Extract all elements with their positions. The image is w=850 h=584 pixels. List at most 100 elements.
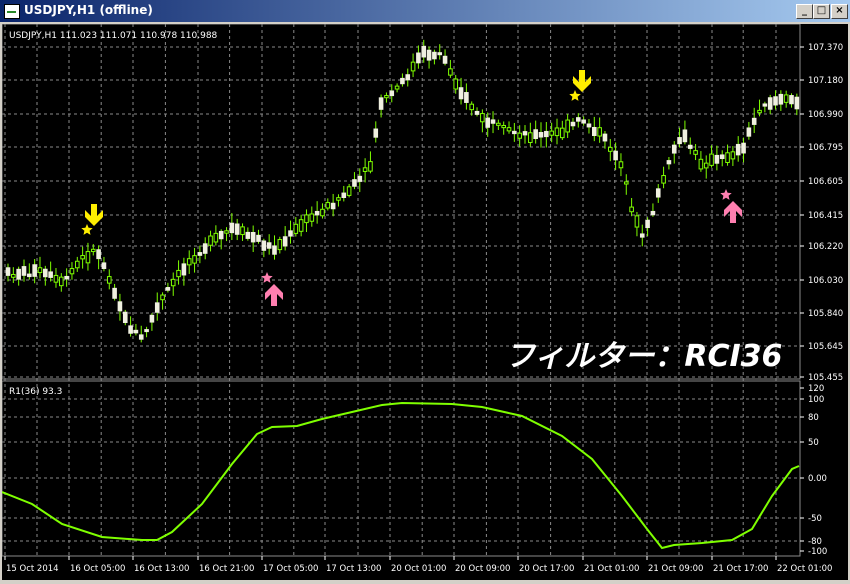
- candle-body: [783, 94, 789, 103]
- candle-body: [90, 248, 96, 253]
- candle-body: [218, 230, 224, 240]
- chart-area[interactable]: 107.370 107.180 106.990 106.795 106.605 106.4…: [1, 23, 848, 580]
- candle-body: [421, 45, 427, 58]
- time-tick-label: 15 Oct 2014: [6, 564, 59, 574]
- candle-body: [240, 226, 245, 236]
- candle-body: [592, 126, 597, 137]
- candle-body: [149, 314, 155, 323]
- candle-body: [709, 153, 714, 166]
- candle-body: [122, 311, 128, 324]
- candle-body: [373, 128, 379, 138]
- candle-body: [474, 110, 480, 115]
- candle-body: [666, 160, 672, 165]
- candle-body: [43, 268, 48, 278]
- candle-body: [250, 232, 256, 243]
- price-tick-label: 106.220: [808, 242, 843, 252]
- candle-body: [512, 130, 517, 135]
- candle-body: [59, 276, 64, 287]
- candle-body: [266, 242, 272, 249]
- candle-body: [682, 129, 688, 143]
- candle-body: [480, 113, 485, 123]
- price-tick-label: 106.605: [808, 177, 843, 187]
- indicator-label: R1(36) 93.3: [9, 387, 62, 397]
- indicator-tick-label: 100: [808, 395, 824, 405]
- price-tick-label: 106.990: [808, 110, 843, 120]
- candle-body: [48, 271, 53, 278]
- candle-body: [453, 78, 459, 90]
- candle-body: [586, 123, 592, 128]
- arrow-shape: [265, 284, 283, 306]
- time-tick-label: 20 Oct 09:00: [455, 564, 510, 574]
- maximize-button[interactable]: □: [813, 4, 830, 19]
- time-tick-label: 17 Oct 13:00: [326, 564, 381, 574]
- candle-body: [533, 129, 538, 140]
- candle-body: [549, 130, 554, 136]
- candle-body: [160, 294, 165, 301]
- candle-body: [69, 268, 75, 275]
- candle-body: [101, 262, 107, 270]
- candle-body: [378, 97, 384, 110]
- candle-body: [735, 143, 741, 156]
- chart-canvas[interactable]: 107.370 107.180 106.990 106.795 106.605 106.4…: [1, 23, 848, 580]
- candle-body: [687, 144, 693, 149]
- candle-body: [501, 124, 506, 129]
- candle-body: [21, 266, 27, 276]
- candle-body: [490, 119, 496, 124]
- candle-body: [602, 133, 608, 142]
- indicator-tick-label: 50: [808, 438, 819, 448]
- candle-body: [693, 150, 698, 155]
- indicator-axis: 120100 80 50 0.00 -50 -80-100: [800, 384, 827, 557]
- candle-body: [432, 51, 437, 60]
- candle-body: [85, 251, 91, 264]
- candle-body: [293, 223, 299, 234]
- time-tick-label: 16 Oct 21:00: [199, 564, 254, 574]
- close-button[interactable]: ×: [831, 4, 848, 19]
- star-icon: [261, 272, 273, 283]
- time-axis: 15 Oct 2014 16 Oct 05:00 16 Oct 13:00 16 Oc…: [4, 556, 832, 574]
- candle-body: [560, 127, 565, 139]
- window-titlebar[interactable]: USDJPY,H1 (offline) _ □ ×: [0, 0, 850, 22]
- time-tick-label: 17 Oct 05:00: [263, 564, 318, 574]
- candle-body: [341, 192, 347, 199]
- candle-body: [272, 245, 277, 255]
- candle-body: [320, 208, 325, 217]
- candle-body: [719, 154, 725, 160]
- candle-body: [645, 219, 650, 229]
- buy-arrow-icon: [720, 189, 742, 223]
- candle-body: [261, 240, 267, 251]
- candle-body: [751, 117, 757, 125]
- candle-body: [458, 87, 464, 100]
- time-tick-label: 20 Oct 01:00: [391, 564, 446, 574]
- candle-body: [538, 132, 544, 138]
- candle-body: [128, 325, 133, 334]
- candle-body: [362, 167, 368, 172]
- candle-body: [176, 269, 181, 278]
- candle-body: [224, 230, 229, 234]
- candle-body: [357, 175, 363, 182]
- candle-body: [277, 239, 283, 251]
- minimize-button[interactable]: _: [796, 4, 813, 19]
- candle-body: [714, 154, 720, 164]
- candle-body: [597, 127, 602, 137]
- star-icon: [569, 90, 581, 101]
- candle-body: [138, 334, 144, 340]
- candle-body: [282, 236, 288, 247]
- candle-body: [112, 287, 117, 299]
- arrow-shape: [724, 201, 742, 223]
- candle-body: [394, 85, 400, 90]
- candle-body: [133, 329, 139, 334]
- candle-body: [11, 273, 16, 278]
- candle-body: [496, 122, 501, 126]
- candle-body: [416, 52, 421, 64]
- candle-body: [655, 188, 661, 198]
- candle-body: [570, 121, 576, 127]
- price-axis: 107.370 107.180 106.990 106.795 106.605 106.4…: [800, 43, 843, 383]
- candle-body: [426, 49, 432, 61]
- candle-body: [629, 206, 634, 213]
- candle-body: [368, 161, 373, 172]
- candle-body: [746, 127, 752, 137]
- candle-body: [314, 210, 320, 216]
- candle-body: [80, 255, 85, 260]
- time-tick-label: 21 Oct 01:00: [584, 564, 639, 574]
- candle-body: [581, 119, 586, 124]
